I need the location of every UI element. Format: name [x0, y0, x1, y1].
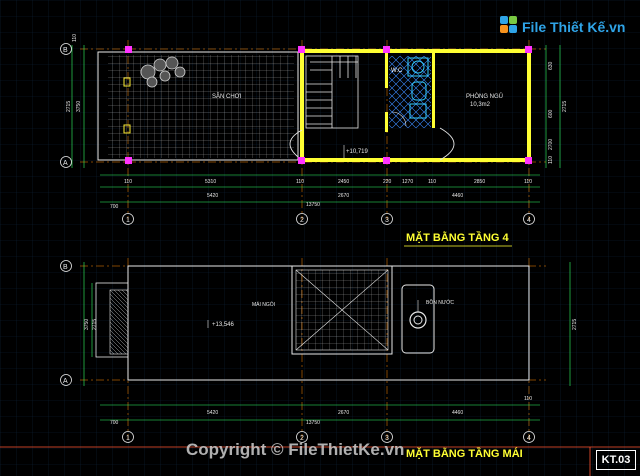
- dim-edge-left: 700: [110, 204, 119, 210]
- plan2-title: MẶT BẰNG TẦNG MÁI: [406, 447, 523, 460]
- dim-right-1: 2715: [562, 101, 568, 112]
- roof-tile-left: [109, 289, 129, 355]
- dim-right-4: 110: [548, 156, 554, 164]
- dim-mid-2: 4460: [452, 193, 463, 199]
- wc-label: W.C: [391, 68, 403, 74]
- dim-right-0: 630: [548, 61, 554, 70]
- floor4-level: +10,719: [346, 149, 369, 155]
- axis-B: B: [63, 47, 68, 54]
- dim-top-3: 2450: [338, 179, 349, 185]
- roof-axis-4: 4: [527, 435, 531, 442]
- wall-right: [527, 49, 531, 161]
- copyright-watermark: Copyright © FileThietKe.vn: [186, 440, 405, 459]
- roof-dim-mid-2: 4460: [452, 410, 463, 416]
- roof-dim-total: 13750: [306, 420, 320, 426]
- roof-level: +13,546: [212, 322, 235, 328]
- dim-right-3: 2700: [548, 139, 554, 150]
- dim-top-7: 2850: [474, 179, 485, 185]
- dim-left-mid: 3750: [76, 101, 82, 112]
- roof-label: MÁI NGÓI: [252, 301, 275, 308]
- dim-left-top: 110: [72, 34, 78, 42]
- roof-dim-edge-left: 700: [110, 420, 119, 426]
- terrace-label: SÂN CHƠI: [212, 93, 242, 100]
- dim-top-8: 110: [524, 179, 532, 185]
- roof-dim-left-1: 2715: [92, 319, 98, 330]
- logo-text: File Thiết Kế.vn: [522, 19, 626, 35]
- wall-partition: [432, 53, 435, 128]
- dim-top-2: 110: [296, 179, 304, 185]
- sheet-code: KT.03: [596, 450, 636, 470]
- dim-top-0: 110: [124, 179, 132, 185]
- bedroom-label: PHÒNG NGỦ: [466, 93, 503, 100]
- wall-bottom: [302, 158, 528, 162]
- axis-1: 1: [126, 217, 130, 224]
- roof-axis-B: B: [63, 264, 68, 271]
- plan1-title: MẶT BẰNG TẦNG 4: [406, 231, 510, 244]
- roof-axis-1: 1: [126, 435, 130, 442]
- terrace-tile: [108, 55, 294, 158]
- roof-dim-left-0: 3750: [84, 319, 90, 330]
- axis-3: 3: [385, 217, 389, 224]
- brand-logo: File Thiết Kế.vn: [500, 12, 626, 42]
- dim-total: 13750: [306, 202, 320, 208]
- dim-mid-1: 2670: [338, 193, 349, 199]
- background-grid: [0, 0, 640, 476]
- dim-top-4: 220: [383, 179, 392, 185]
- axis-2: 2: [300, 217, 304, 224]
- roof-axis-A: A: [63, 378, 68, 385]
- cad-drawing: SÂN CHƠI +10,719 W.C PHÒNG NGỦ 10,3m2 11…: [0, 0, 640, 476]
- dim-top-6: 110: [428, 179, 436, 185]
- dim-mid-0: 5420: [207, 193, 218, 199]
- roof-dim-right: 2715: [572, 319, 578, 330]
- wall-top: [302, 49, 528, 53]
- roof-dim-edge-right: 110: [524, 396, 532, 402]
- dim-left-total: 2715: [66, 101, 72, 112]
- dim-right-2: 600: [548, 109, 554, 118]
- tank-label: BỒN NƯỚC: [426, 299, 454, 306]
- axis-A: A: [63, 160, 68, 167]
- axis-4: 4: [527, 217, 531, 224]
- wall-left: [300, 49, 304, 161]
- dim-top-5: 1270: [402, 179, 413, 185]
- dim-top-1: 5310: [205, 179, 216, 185]
- roof-dim-mid-1: 2670: [338, 410, 349, 416]
- bedroom-area: 10,3m2: [470, 102, 491, 108]
- logo-icon: [500, 16, 518, 38]
- roof-dim-mid-0: 5420: [207, 410, 218, 416]
